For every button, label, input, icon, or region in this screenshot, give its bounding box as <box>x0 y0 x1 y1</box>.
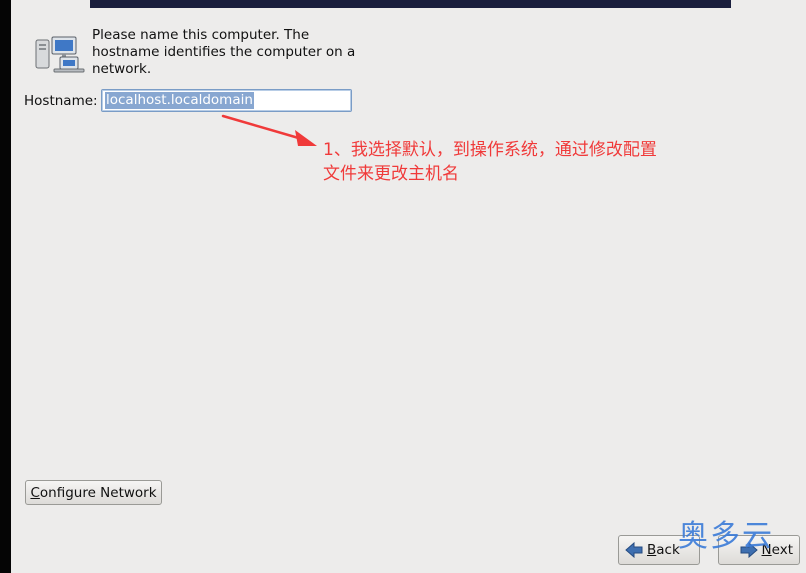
back-label: ack <box>656 542 680 558</box>
watermark-logo: 奥多云 <box>678 519 774 554</box>
hostname-value: localhost.localdomain <box>105 92 254 109</box>
next-label: ext <box>771 542 793 558</box>
left-dark-border <box>0 0 11 573</box>
annotation-arrow <box>221 114 317 146</box>
network-computers-icon <box>35 36 85 73</box>
configure-network-button[interactable]: Configure Network <box>25 480 162 505</box>
installer-screen: Please name this computer. The hostname … <box>0 0 806 573</box>
hostname-input[interactable]: localhost.localdomain <box>101 89 352 112</box>
top-banner <box>90 0 731 8</box>
annotation-text: 1、我选择默认，到操作系统，通过修改配置文件来更改主机名 <box>323 140 657 184</box>
configure-network-mnemonic: C <box>30 484 40 501</box>
intro-text: Please name this computer. The hostname … <box>92 27 356 77</box>
configure-network-label: onfigure Network <box>39 484 157 501</box>
left-arrow-icon <box>625 542 643 558</box>
hostname-label: Hostname: <box>24 93 98 109</box>
back-mnemonic: B <box>647 542 657 558</box>
